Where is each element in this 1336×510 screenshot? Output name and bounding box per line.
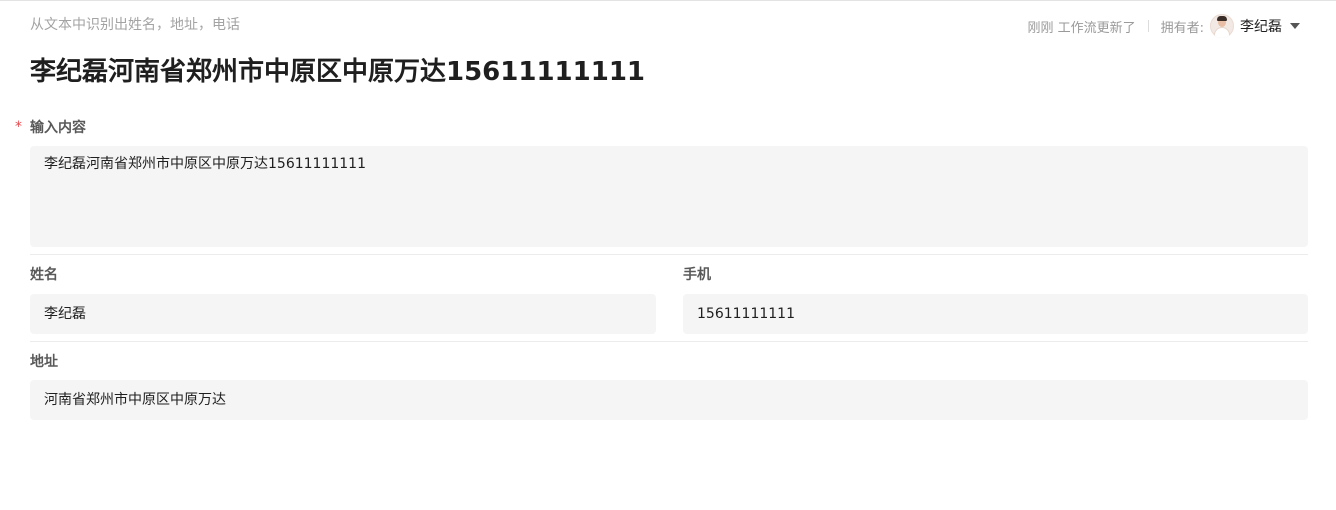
name-field[interactable]: 李纪磊 (30, 294, 656, 334)
required-mark: * (15, 119, 22, 135)
top-border (0, 0, 1336, 1)
name-label: 姓名 (30, 267, 58, 283)
input-content-field[interactable]: 李纪磊河南省郑州市中原区中原万达15611111111 (30, 146, 1308, 247)
phone-field[interactable]: 15611111111 (683, 294, 1308, 334)
update-status: 刚刚 工作流更新了 (1027, 20, 1136, 36)
section-divider (30, 254, 1308, 255)
meta-divider (1147, 20, 1149, 32)
input-content-label: 输入内容 (30, 120, 86, 136)
owner-name[interactable]: 李纪磊 (1240, 16, 1282, 36)
breadcrumb: 从文本中识别出姓名，地址，电话 (30, 17, 240, 33)
avatar-body (1215, 28, 1229, 38)
caret-down-icon[interactable] (1290, 23, 1300, 29)
page-title: 李纪磊河南省郑州市中原区中原万达15611111111 (30, 57, 645, 87)
avatar-user-icon[interactable] (1210, 14, 1234, 38)
owner-label: 拥有者: (1160, 20, 1204, 36)
row-divider (30, 341, 1308, 342)
avatar-hair (1217, 16, 1227, 21)
address-label: 地址 (30, 354, 58, 370)
header-meta: 刚刚 工作流更新了 拥有者: 李纪磊 (1027, 13, 1300, 39)
phone-label: 手机 (683, 267, 711, 283)
address-field[interactable]: 河南省郑州市中原区中原万达 (30, 380, 1308, 420)
